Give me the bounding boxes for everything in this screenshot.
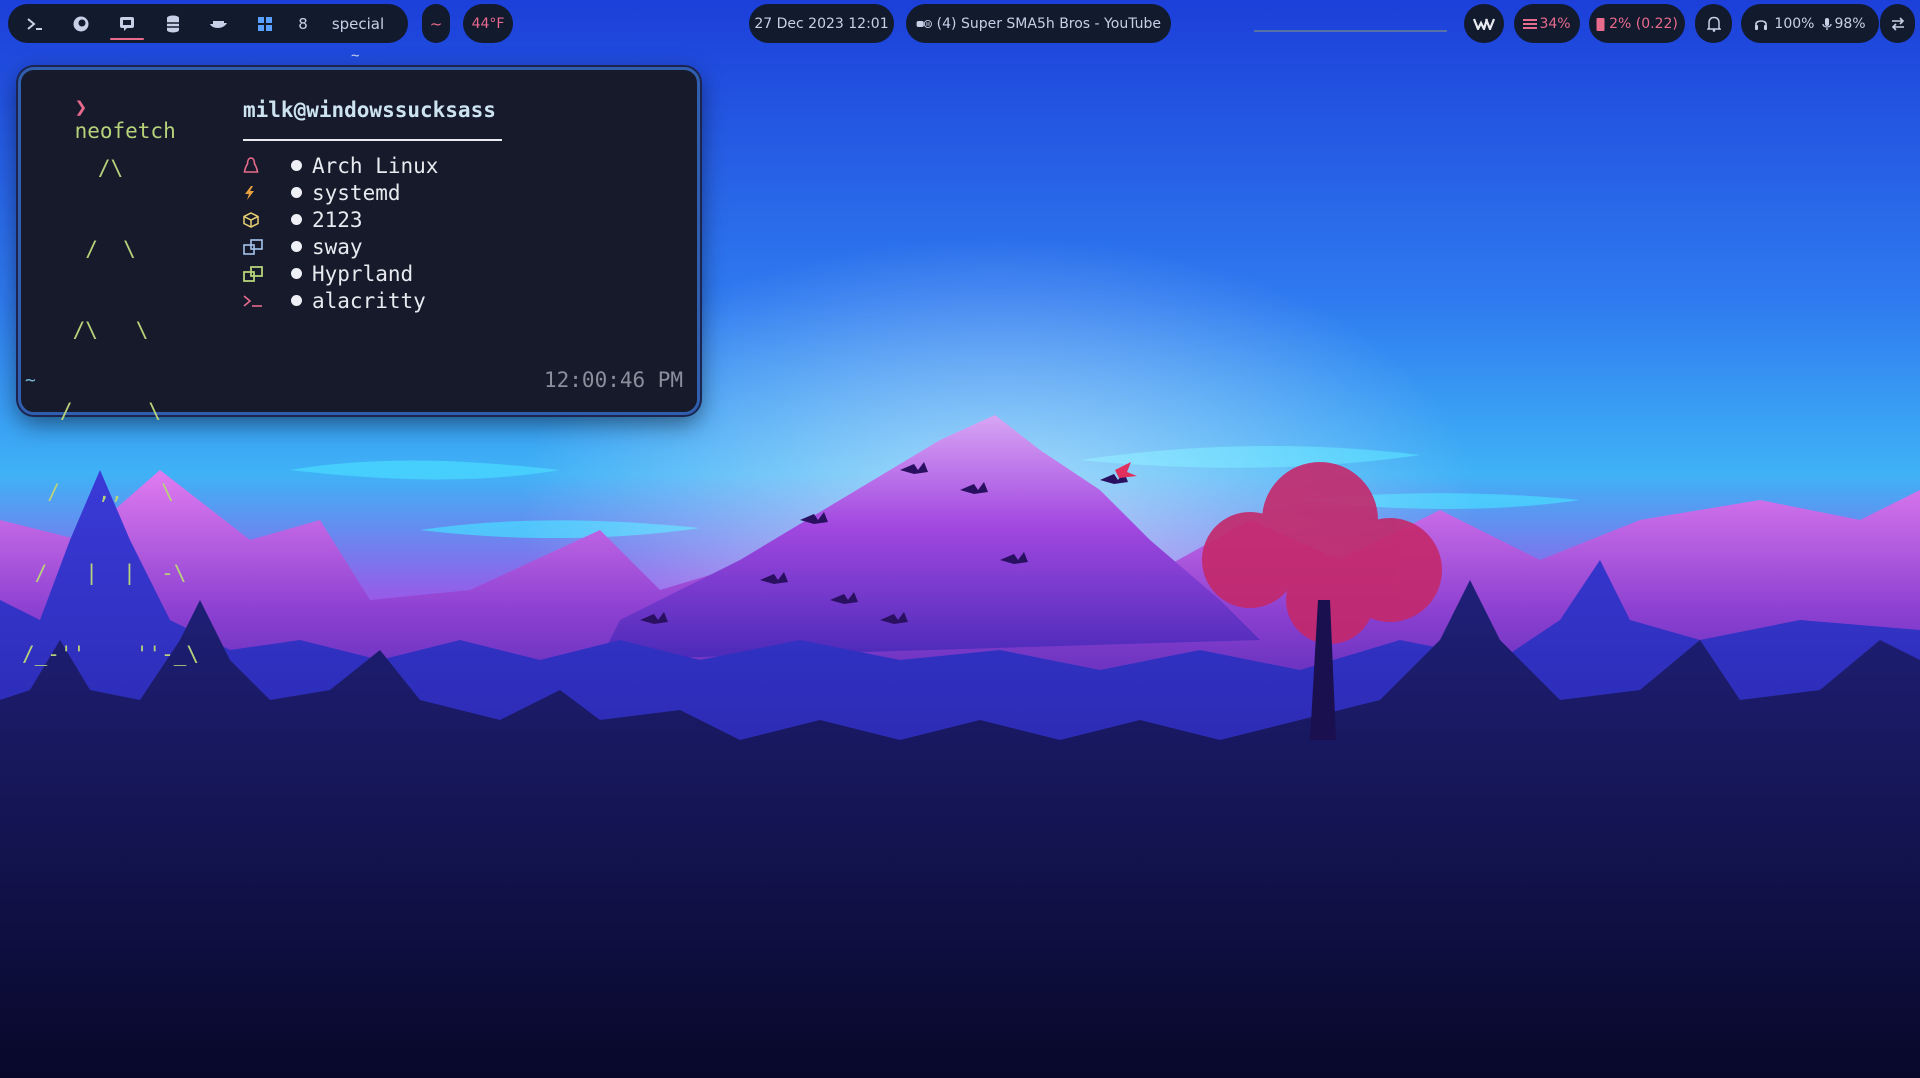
info-row-de: sway bbox=[243, 233, 363, 260]
window-manager-icon bbox=[243, 265, 263, 282]
chat-icon bbox=[120, 16, 134, 31]
audio-module[interactable]: 100% 98% bbox=[1741, 4, 1879, 43]
package-icon bbox=[243, 211, 259, 228]
workspace-database[interactable] bbox=[150, 4, 196, 43]
bullet-dot bbox=[291, 160, 302, 171]
workspace-docker[interactable] bbox=[196, 4, 242, 43]
memory-module[interactable]: 34% bbox=[1514, 4, 1580, 43]
volume-value: 100% bbox=[1774, 15, 1815, 32]
info-row-os: Arch Linux bbox=[243, 152, 438, 179]
media-module[interactable]: (4) Super SMA5h Bros - YouTube bbox=[906, 4, 1171, 43]
user-host-underline bbox=[243, 139, 502, 141]
headphones-icon bbox=[1755, 19, 1768, 30]
weather-module[interactable]: 44°F bbox=[463, 4, 513, 43]
media-progress-bar bbox=[1254, 30, 1447, 32]
terminal-icon bbox=[27, 17, 42, 30]
power-menu-module[interactable] bbox=[1880, 4, 1915, 43]
terminal-window[interactable]: ~ ❯ neofetch /\ / \ /\ \ / \ / ,, \ / | … bbox=[18, 48, 700, 666]
firefox-icon bbox=[73, 16, 89, 31]
clock-module[interactable]: 27 Dec 2023 12:01 bbox=[749, 4, 894, 43]
cwd-indicator: ~ bbox=[25, 370, 36, 391]
terminal-top-glyph: ~ bbox=[351, 48, 360, 64]
microphone-icon bbox=[1822, 17, 1833, 30]
info-value-terminal: alacritty bbox=[312, 288, 426, 313]
media-pause-icon bbox=[916, 19, 932, 28]
database-icon bbox=[167, 15, 179, 32]
info-row-wm: Hyprland bbox=[243, 260, 413, 287]
window-manager-icon bbox=[243, 238, 263, 255]
info-row-packages: 2123 bbox=[243, 206, 363, 233]
wm-logo-icon bbox=[1473, 18, 1495, 30]
workspaces-bar: 8 special bbox=[8, 4, 408, 43]
info-value-wm: Hyprland bbox=[312, 261, 414, 286]
init-bolt-icon bbox=[245, 185, 254, 200]
bell-icon bbox=[1706, 16, 1721, 32]
bullet-dot bbox=[291, 214, 302, 225]
notification-module[interactable] bbox=[1695, 4, 1732, 43]
docker-whale-icon bbox=[210, 20, 227, 28]
bullet-dot bbox=[291, 241, 302, 252]
workspace-windows[interactable] bbox=[242, 4, 288, 43]
memory-icon bbox=[1523, 18, 1538, 29]
info-value-init: systemd bbox=[312, 180, 401, 205]
linux-penguin-icon bbox=[243, 156, 259, 173]
cpu-module[interactable]: 2% (0.22) bbox=[1589, 4, 1685, 43]
arch-ascii-art: /\ / \ /\ \ / \ / ,, \ / | | -\ /_-'' ''… bbox=[22, 156, 200, 666]
tilde-module[interactable]: ~ bbox=[422, 4, 450, 43]
bullet-dot bbox=[291, 295, 302, 306]
info-value-os: Arch Linux bbox=[312, 153, 439, 178]
windows-icon bbox=[258, 16, 272, 31]
swap-arrows-icon bbox=[1891, 16, 1904, 31]
terminal-icon bbox=[243, 294, 262, 307]
info-row-init: systemd bbox=[243, 179, 401, 206]
workspace-special[interactable]: special bbox=[318, 4, 398, 43]
cpu-battery-icon bbox=[1596, 17, 1605, 31]
bullet-dot bbox=[291, 268, 302, 279]
info-value-packages: 2123 bbox=[312, 207, 363, 232]
mic-value: 98% bbox=[1834, 15, 1866, 32]
info-row-terminal: alacritty bbox=[243, 287, 426, 314]
workspace-terminal[interactable] bbox=[12, 4, 58, 43]
user-host: milk@windowssucksass bbox=[243, 98, 496, 122]
terminal-clock: 12:00:46 PM bbox=[544, 368, 684, 392]
workspace-discord[interactable] bbox=[104, 4, 150, 43]
workspace-browser[interactable] bbox=[58, 4, 104, 43]
wm-logo-module[interactable] bbox=[1464, 4, 1504, 43]
workspace-8[interactable]: 8 bbox=[288, 4, 318, 43]
info-value-de: sway bbox=[312, 234, 363, 259]
bullet-dot bbox=[291, 187, 302, 198]
